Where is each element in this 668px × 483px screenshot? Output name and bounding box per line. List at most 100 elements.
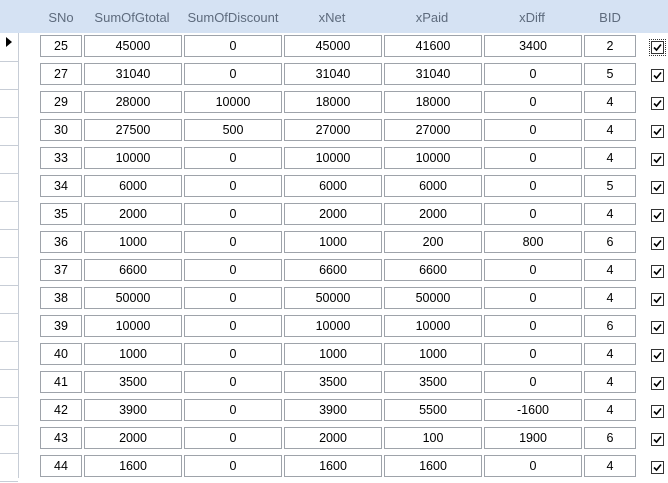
- cell-sno[interactable]: 37: [40, 259, 82, 281]
- cell-xdiff[interactable]: 1900: [484, 427, 582, 449]
- cell-sumofdiscount[interactable]: 0: [184, 427, 282, 449]
- cell-xpaid[interactable]: 200: [384, 231, 482, 253]
- row-checkbox[interactable]: [651, 433, 664, 446]
- row-checkbox[interactable]: [651, 377, 664, 390]
- cell-bid[interactable]: 4: [584, 343, 636, 365]
- column-header-sumofgtotal[interactable]: SumOfGtotal: [83, 0, 181, 33]
- cell-xdiff[interactable]: 0: [484, 203, 582, 225]
- cell-xdiff[interactable]: 0: [484, 63, 582, 85]
- cell-sno[interactable]: 25: [40, 35, 82, 57]
- cell-sno[interactable]: 38: [40, 287, 82, 309]
- cell-sumofgtotal[interactable]: 50000: [84, 287, 182, 309]
- cell-xdiff[interactable]: 0: [484, 343, 582, 365]
- cell-sno[interactable]: 40: [40, 343, 82, 365]
- cell-bid[interactable]: 6: [584, 231, 636, 253]
- cell-sno[interactable]: 29: [40, 91, 82, 113]
- cell-bid[interactable]: 6: [584, 427, 636, 449]
- column-header-xnet[interactable]: xNet: [283, 0, 381, 33]
- cell-bid[interactable]: 4: [584, 203, 636, 225]
- cell-sno[interactable]: 44: [40, 455, 82, 477]
- cell-xpaid[interactable]: 6600: [384, 259, 482, 281]
- cell-sno[interactable]: 34: [40, 175, 82, 197]
- cell-xnet[interactable]: 50000: [284, 287, 382, 309]
- row-checkbox[interactable]: [651, 461, 664, 474]
- cell-xdiff[interactable]: 0: [484, 259, 582, 281]
- column-header-sno[interactable]: SNo: [40, 0, 82, 33]
- column-header-xpaid[interactable]: xPaid: [383, 0, 481, 33]
- cell-sumofgtotal[interactable]: 31040: [84, 63, 182, 85]
- cell-xdiff[interactable]: 0: [484, 371, 582, 393]
- cell-bid[interactable]: 4: [584, 91, 636, 113]
- cell-sumofgtotal[interactable]: 1000: [84, 343, 182, 365]
- row-checkbox[interactable]: [651, 405, 664, 418]
- cell-xnet[interactable]: 6000: [284, 175, 382, 197]
- row-checkbox[interactable]: [651, 125, 664, 138]
- cell-sumofdiscount[interactable]: 0: [184, 343, 282, 365]
- cell-sno[interactable]: 36: [40, 231, 82, 253]
- cell-sumofdiscount[interactable]: 10000: [184, 91, 282, 113]
- cell-xpaid[interactable]: 1000: [384, 343, 482, 365]
- cell-xpaid[interactable]: 10000: [384, 147, 482, 169]
- cell-xnet[interactable]: 3500: [284, 371, 382, 393]
- row-checkbox[interactable]: [651, 209, 664, 222]
- cell-bid[interactable]: 4: [584, 119, 636, 141]
- cell-xnet[interactable]: 2000: [284, 427, 382, 449]
- cell-xdiff[interactable]: 0: [484, 287, 582, 309]
- cell-bid[interactable]: 4: [584, 399, 636, 421]
- cell-bid[interactable]: 4: [584, 287, 636, 309]
- cell-xpaid[interactable]: 2000: [384, 203, 482, 225]
- cell-xpaid[interactable]: 18000: [384, 91, 482, 113]
- cell-sumofdiscount[interactable]: 0: [184, 63, 282, 85]
- cell-xdiff[interactable]: 0: [484, 91, 582, 113]
- cell-xdiff[interactable]: 0: [484, 119, 582, 141]
- cell-sumofdiscount[interactable]: 500: [184, 119, 282, 141]
- cell-sumofdiscount[interactable]: 0: [184, 399, 282, 421]
- cell-bid[interactable]: 5: [584, 63, 636, 85]
- cell-xdiff[interactable]: 0: [484, 455, 582, 477]
- cell-sumofdiscount[interactable]: 0: [184, 35, 282, 57]
- cell-xpaid[interactable]: 1600: [384, 455, 482, 477]
- cell-xdiff[interactable]: 0: [484, 175, 582, 197]
- row-checkbox[interactable]: [651, 69, 664, 82]
- cell-sumofdiscount[interactable]: 0: [184, 147, 282, 169]
- cell-xnet[interactable]: 27000: [284, 119, 382, 141]
- row-checkbox[interactable]: [649, 39, 666, 56]
- cell-sumofgtotal[interactable]: 27500: [84, 119, 182, 141]
- cell-xnet[interactable]: 3900: [284, 399, 382, 421]
- cell-xdiff[interactable]: 3400: [484, 35, 582, 57]
- cell-xnet[interactable]: 18000: [284, 91, 382, 113]
- cell-sumofdiscount[interactable]: 0: [184, 203, 282, 225]
- row-checkbox[interactable]: [651, 181, 664, 194]
- cell-sno[interactable]: 30: [40, 119, 82, 141]
- column-header-bid[interactable]: BID: [585, 0, 635, 33]
- cell-xnet[interactable]: 2000: [284, 203, 382, 225]
- cell-xnet[interactable]: 45000: [284, 35, 382, 57]
- cell-sno[interactable]: 33: [40, 147, 82, 169]
- cell-sumofdiscount[interactable]: 0: [184, 175, 282, 197]
- cell-sno[interactable]: 35: [40, 203, 82, 225]
- cell-xpaid[interactable]: 41600: [384, 35, 482, 57]
- cell-xdiff[interactable]: -1600: [484, 399, 582, 421]
- cell-sumofgtotal[interactable]: 6000: [84, 175, 182, 197]
- cell-xpaid[interactable]: 100: [384, 427, 482, 449]
- cell-sumofdiscount[interactable]: 0: [184, 287, 282, 309]
- cell-bid[interactable]: 6: [584, 315, 636, 337]
- cell-xdiff[interactable]: 0: [484, 315, 582, 337]
- row-checkbox[interactable]: [651, 321, 664, 334]
- cell-bid[interactable]: 4: [584, 371, 636, 393]
- cell-xnet[interactable]: 31040: [284, 63, 382, 85]
- cell-sumofgtotal[interactable]: 6600: [84, 259, 182, 281]
- cell-sumofgtotal[interactable]: 1600: [84, 455, 182, 477]
- cell-xpaid[interactable]: 5500: [384, 399, 482, 421]
- cell-sumofgtotal[interactable]: 3900: [84, 399, 182, 421]
- cell-sumofgtotal[interactable]: 10000: [84, 147, 182, 169]
- cell-bid[interactable]: 5: [584, 175, 636, 197]
- cell-sumofdiscount[interactable]: 0: [184, 455, 282, 477]
- row-checkbox[interactable]: [651, 293, 664, 306]
- cell-sumofdiscount[interactable]: 0: [184, 259, 282, 281]
- cell-sno[interactable]: 42: [40, 399, 82, 421]
- cell-sumofdiscount[interactable]: 0: [184, 315, 282, 337]
- cell-xnet[interactable]: 6600: [284, 259, 382, 281]
- cell-sumofgtotal[interactable]: 2000: [84, 427, 182, 449]
- row-checkbox[interactable]: [651, 349, 664, 362]
